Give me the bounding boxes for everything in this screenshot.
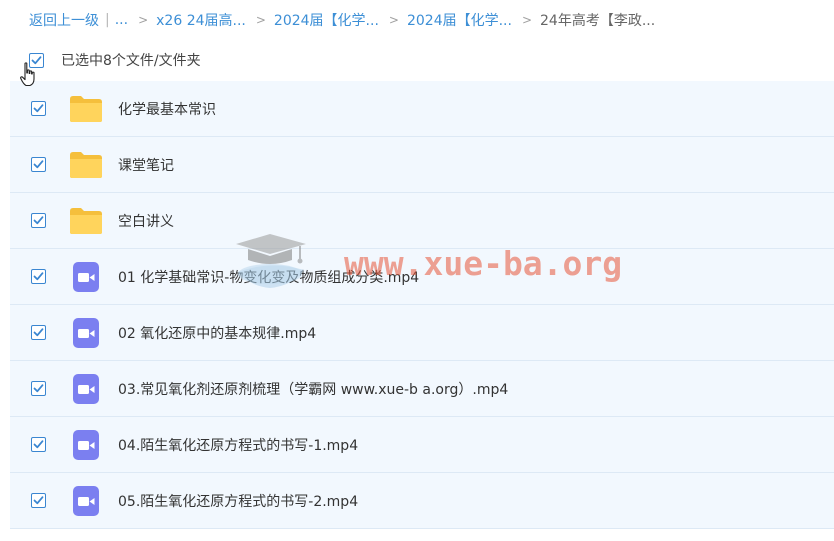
checkmark-icon: [33, 272, 44, 281]
row-checkbox[interactable]: [31, 213, 46, 228]
row-checkbox[interactable]: [31, 381, 46, 396]
file-name[interactable]: 03.常见氧化剂还原剂梳理（学霸网 www.xue-b a.org）.mp4: [118, 379, 508, 399]
back-link[interactable]: 返回上一级: [29, 10, 99, 30]
file-row[interactable]: 03.常见氧化剂还原剂梳理（学霸网 www.xue-b a.org）.mp4: [10, 361, 834, 417]
folder-icon: [68, 91, 104, 127]
file-name[interactable]: 课堂笔记: [118, 155, 174, 175]
folder-row[interactable]: 空白讲义: [10, 193, 834, 249]
checkmark-icon: [33, 104, 44, 113]
folder-icon: [68, 147, 104, 183]
checkmark-icon: [33, 496, 44, 505]
checkmark-icon: [33, 440, 44, 449]
row-checkbox[interactable]: [31, 437, 46, 452]
breadcrumb-separator: |: [105, 12, 110, 28]
checkmark-icon: [33, 384, 44, 393]
selection-count-text: 已选中8个文件/文件夹: [61, 53, 201, 69]
file-name[interactable]: 化学最基本常识: [118, 99, 216, 119]
video-file-icon: [68, 259, 104, 295]
hand-pointer-icon: [20, 62, 35, 87]
breadcrumb-item[interactable]: x26 24届高...: [156, 10, 246, 30]
folder-row[interactable]: 课堂笔记: [10, 137, 834, 193]
file-row[interactable]: 02 氧化还原中的基本规律.mp4: [10, 305, 834, 361]
file-row[interactable]: 01 化学基础常识-物变化变及物质组成分类.mp4: [10, 249, 834, 305]
select-all-bar: 已选中8个文件/文件夹: [29, 49, 201, 71]
video-file-icon: [68, 315, 104, 351]
file-name[interactable]: 空白讲义: [118, 211, 174, 231]
folder-row[interactable]: 化学最基本常识: [10, 81, 834, 137]
checkmark-icon: [33, 328, 44, 337]
chevron-right-icon: >: [388, 13, 399, 27]
breadcrumb-ellipsis[interactable]: ...: [115, 12, 128, 28]
file-name[interactable]: 02 氧化还原中的基本规律.mp4: [118, 323, 316, 343]
file-name[interactable]: 05.陌生氧化还原方程式的书写-2.mp4: [118, 491, 358, 511]
file-list: 化学最基本常识 课堂笔记空白讲义 01 化学基础常识-物变化变及物质组成分类.mp4…: [10, 81, 834, 529]
file-browser: 返回上一级 | ... > x26 24届高... > 2024届【化学... …: [0, 0, 834, 541]
row-checkbox[interactable]: [31, 157, 46, 172]
row-checkbox[interactable]: [31, 269, 46, 284]
video-file-icon: [68, 371, 104, 407]
checkmark-icon: [33, 216, 44, 225]
video-file-icon: [68, 427, 104, 463]
chevron-right-icon: >: [138, 13, 149, 27]
file-name[interactable]: 01 化学基础常识-物变化变及物质组成分类.mp4: [118, 267, 419, 287]
breadcrumb-item[interactable]: 2024届【化学...: [407, 10, 512, 30]
row-checkbox[interactable]: [31, 101, 46, 116]
folder-icon: [68, 203, 104, 239]
chevron-right-icon: >: [255, 13, 266, 27]
breadcrumb-current: 24年高考【李政...: [540, 13, 656, 29]
file-row[interactable]: 04.陌生氧化还原方程式的书写-1.mp4: [10, 417, 834, 473]
breadcrumb-item[interactable]: 2024届【化学...: [274, 10, 379, 30]
file-row[interactable]: 05.陌生氧化还原方程式的书写-2.mp4: [10, 473, 834, 529]
breadcrumb: 返回上一级 | ... > x26 24届高... > 2024届【化学... …: [29, 9, 655, 31]
row-checkbox[interactable]: [31, 493, 46, 508]
row-checkbox[interactable]: [31, 325, 46, 340]
video-file-icon: [68, 483, 104, 519]
file-name[interactable]: 04.陌生氧化还原方程式的书写-1.mp4: [118, 435, 358, 455]
chevron-right-icon: >: [521, 13, 533, 27]
checkmark-icon: [33, 160, 44, 169]
